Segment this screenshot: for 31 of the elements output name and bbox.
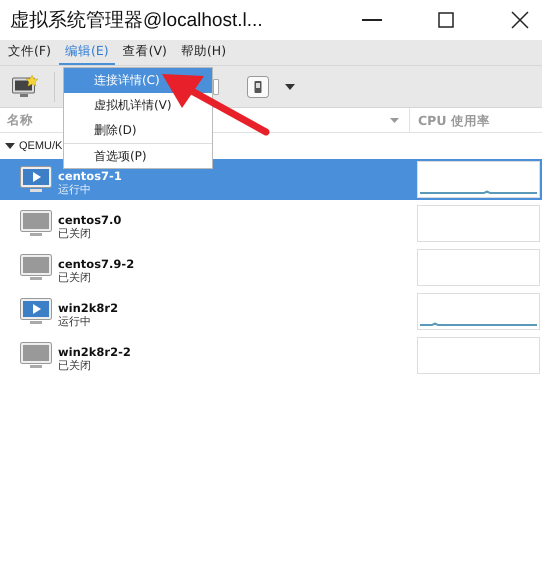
vm-row[interactable]: win2k8r2-2 已关闭	[0, 335, 542, 376]
vm-row[interactable]: centos7.0 已关闭	[0, 203, 542, 244]
maximize-icon[interactable]	[438, 12, 454, 28]
vm-status: 运行中	[58, 314, 92, 328]
vm-status: 已关闭	[58, 358, 92, 372]
running-monitor-icon	[20, 298, 52, 326]
new-vm-button[interactable]	[12, 74, 38, 98]
running-monitor-icon	[20, 166, 52, 194]
vm-status: 已关闭	[58, 226, 92, 240]
caret-icon[interactable]	[285, 84, 295, 90]
monitor-icon	[20, 210, 52, 238]
connection-label: QEMU/K	[19, 140, 62, 152]
menu-item[interactable]: 帮助(H)	[174, 40, 232, 65]
menu-item[interactable]: 文件(F)	[2, 40, 57, 65]
vm-name: centos7-1	[58, 168, 123, 182]
shutdown-button[interactable]	[247, 76, 269, 98]
sort-caret-icon[interactable]	[390, 118, 399, 122]
vm-name: centos7.9-2	[58, 256, 136, 270]
vm-name: win2k8r2	[58, 300, 120, 314]
close-icon[interactable]	[511, 11, 529, 29]
monitor-icon	[20, 342, 52, 370]
window-title: 虚拟系统管理器@localhost.l...	[10, 9, 264, 33]
vm-row[interactable]: centos7.9-2 已关闭	[0, 247, 542, 288]
vm-name: win2k8r2-2	[58, 344, 132, 358]
menu-item[interactable]: 查看(V)	[116, 40, 173, 65]
vm-name: centos7.0	[58, 212, 122, 226]
vm-row[interactable]: win2k8r2 运行中	[0, 291, 542, 332]
expanded-caret-icon[interactable]	[5, 141, 15, 151]
vm-status: 已关闭	[58, 270, 92, 284]
vm-status: 运行中	[58, 182, 92, 196]
monitor-icon	[20, 254, 52, 282]
